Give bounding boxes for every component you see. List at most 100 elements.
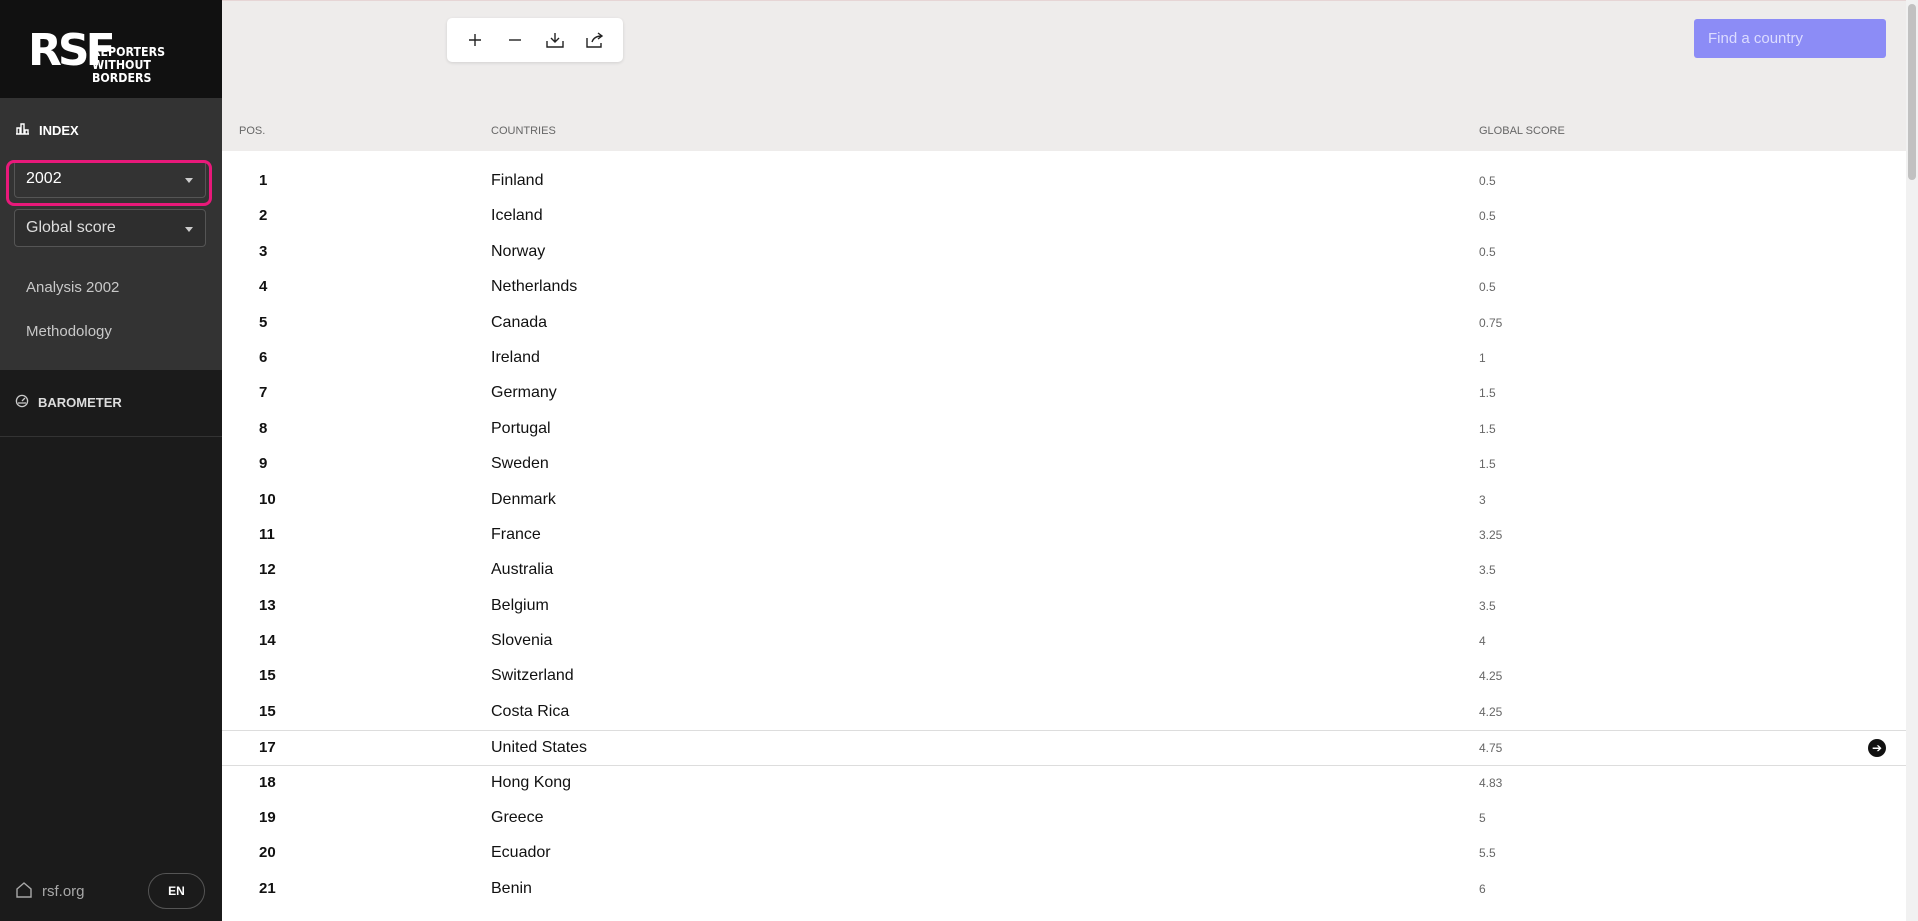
nav-barometer-label: BAROMETER [38,395,122,410]
row-score: 1.5 [1479,457,1496,472]
minus-icon[interactable] [500,25,530,55]
row-position: 20 [259,844,276,862]
row-country: Belgium [491,596,549,614]
share-icon[interactable] [580,25,610,55]
row-position: 6 [259,348,268,366]
row-position: 15 [259,667,276,685]
row-country: Ecuador [491,844,551,862]
metric-select-value: Global score [26,219,116,236]
table-row[interactable]: 3 Norway 0.5 [222,235,1906,270]
table-row[interactable]: 13 Belgium 3.5 [222,589,1906,624]
bar-chart-icon [15,122,30,138]
table-row[interactable]: 15 Costa Rica 4.25 [222,695,1906,730]
ranking-table: 1 Finland 0.5 2 Iceland 0.5 3 Norway 0.5 4 Neth… [222,164,1906,907]
index-section: INDEX 2002 Global score Analysis 2002 Me… [0,98,222,370]
row-position: 2 [259,207,268,225]
table-row[interactable]: 4 Netherlands 0.5 [222,270,1906,305]
row-position: 18 [259,773,276,791]
table-row[interactable]: 20 Ecuador 5.5 [222,836,1906,871]
row-country: France [491,525,541,543]
arrow-right-icon[interactable]: ➔ [1868,739,1886,758]
column-header-score[interactable]: GLOBAL SCORE [1479,125,1565,137]
row-score: 1.5 [1479,421,1496,436]
row-country: Costa Rica [491,702,570,720]
divider [0,436,222,437]
row-score: 3.5 [1479,563,1496,578]
row-country: Denmark [491,490,556,508]
row-position: 8 [259,419,268,437]
row-score: 3.25 [1479,527,1503,542]
row-country: Germany [491,384,557,402]
metric-select[interactable]: Global score [14,209,206,247]
nav-index-label: INDEX [39,122,79,138]
row-country: Australia [491,561,554,579]
row-position: 1 [259,172,268,189]
link-analysis[interactable]: Analysis 2002 [26,279,119,296]
row-score: 3 [1479,492,1486,507]
scrollbar[interactable] [1906,0,1918,921]
home-icon [15,881,33,902]
row-country: Sweden [491,455,549,473]
row-score: 5 [1479,811,1486,826]
nav-barometer[interactable]: BAROMETER [15,394,122,411]
row-country: Switzerland [491,667,574,685]
table-row[interactable]: 9 Sweden 1.5 [222,447,1906,482]
row-position: 17 [259,739,276,757]
nav-index[interactable]: INDEX [15,122,79,138]
plus-icon[interactable] [460,25,490,55]
row-score: 1 [1479,350,1486,365]
column-header-countries[interactable]: COUNTRIES [491,125,556,137]
column-header-pos[interactable]: POS. [239,125,265,137]
row-position: 5 [259,313,268,331]
table-row-highlighted[interactable]: 17 United States 4.75 ➔ [222,730,1906,766]
row-country: Greece [491,809,544,827]
table-row[interactable]: 7 Germany 1.5 [222,376,1906,411]
row-score: 0.5 [1479,244,1496,259]
row-position: 12 [259,561,276,579]
row-score: 6 [1479,881,1486,896]
link-methodology[interactable]: Methodology [26,323,112,340]
main: POS. COUNTRIES GLOBAL SCORE 1 Finland 0.5 … [222,0,1918,921]
table-row[interactable]: 6 Ireland 1 [222,341,1906,376]
row-country: Slovenia [491,632,553,650]
year-select-value: 2002 [26,170,62,187]
table-row[interactable]: 10 Denmark 3 [222,483,1906,518]
caret-down-icon [185,227,193,232]
table-row[interactable]: 5 Canada 0.75 [222,306,1906,341]
row-score: 4.25 [1479,704,1503,719]
table-row[interactable]: 8 Portugal 1.5 [222,412,1906,447]
home-link[interactable]: rsf.org [15,881,85,902]
row-country: Finland [491,172,544,189]
row-position: 11 [259,525,275,543]
row-country: Norway [491,242,546,260]
row-score: 4 [1479,634,1486,649]
table-row[interactable]: 1 Finland 0.5 [222,164,1906,199]
logo[interactable]: RSF Reporters without borders [0,0,222,98]
table-row[interactable]: 2 Iceland 0.5 [222,199,1906,234]
country-search-input[interactable] [1694,19,1886,58]
row-country: Canada [491,313,548,331]
table-row[interactable]: 18 Hong Kong 4.83 [222,766,1906,801]
year-select[interactable]: 2002 [14,160,206,198]
row-position: 3 [259,242,268,260]
gauge-icon [15,394,29,411]
row-position: 4 [259,278,268,296]
table-row[interactable]: 12 Australia 3.5 [222,553,1906,588]
row-score: 4.25 [1479,669,1503,684]
download-icon[interactable] [540,25,570,55]
row-score: 0.5 [1479,280,1496,295]
table-row[interactable]: 14 Slovenia 4 [222,624,1906,659]
row-score: 5.5 [1479,846,1496,861]
row-score: 4.83 [1479,775,1503,790]
row-country: Ireland [491,348,540,366]
table-row[interactable]: 21 Benin 6 [222,872,1906,907]
table-row[interactable]: 11 France 3.25 [222,518,1906,553]
language-button[interactable]: EN [148,873,205,909]
scrollbar-thumb[interactable] [1908,4,1916,180]
row-country: Portugal [491,419,551,437]
table-row[interactable]: 19 Greece 5 [222,801,1906,836]
row-score: 0.5 [1479,209,1496,224]
table-row[interactable]: 15 Switzerland 4.25 [222,659,1906,694]
row-score: 0.5 [1479,174,1496,188]
row-score: 4.75 [1479,741,1503,756]
